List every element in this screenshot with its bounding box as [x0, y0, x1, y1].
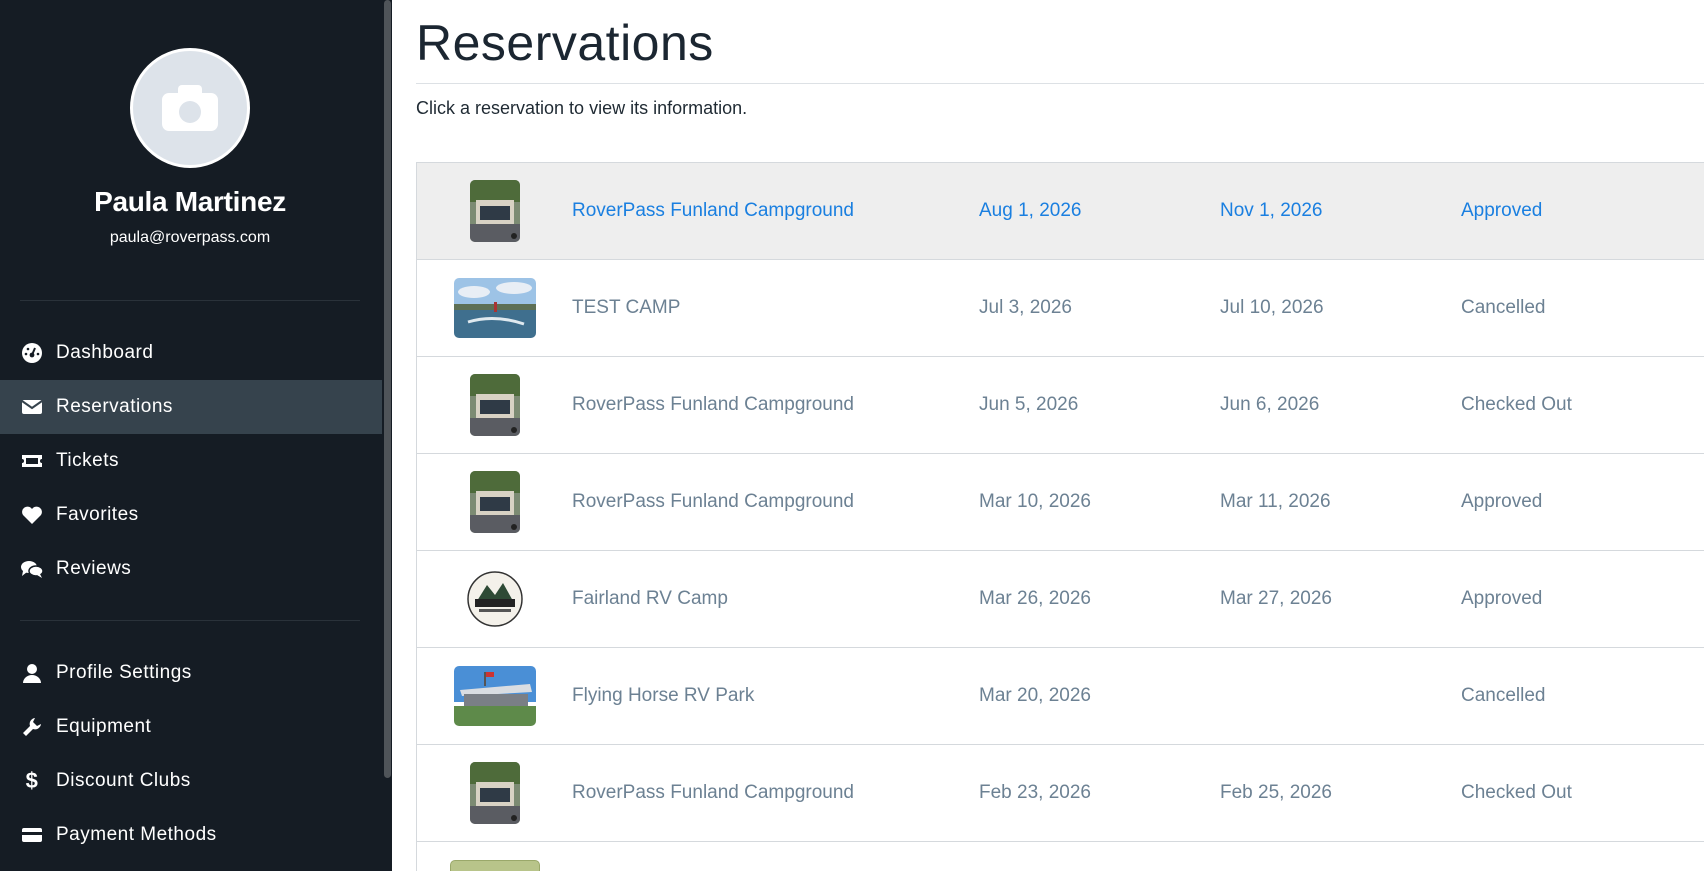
avatar[interactable] [130, 48, 250, 168]
reservation-row[interactable]: RoverPass Funland Campground Jun 5, 2026… [417, 357, 1704, 454]
reservation-status: Checked Out [1461, 394, 1572, 415]
ticket-icon [20, 449, 44, 473]
sidebar-item-discount-clubs[interactable]: $ Discount Clubs [0, 754, 382, 808]
reservation-end-date: Mar 27, 2026 [1220, 588, 1332, 609]
reservation-end-date: Jun 6, 2026 [1220, 394, 1320, 415]
user-email: paula@roverpass.com [109, 229, 271, 246]
reservation-start-date: Mar 10, 2026 [979, 491, 1091, 512]
reservation-status: Approved [1461, 200, 1543, 221]
lake-thumbnail [453, 278, 536, 338]
reservation-name: Flying Horse RV Park [572, 685, 755, 706]
reservation-name: RoverPass Funland Campground [572, 394, 854, 415]
heart-icon [20, 503, 44, 527]
reservation-start-date: Feb 23, 2026 [979, 782, 1091, 803]
reservation-start-date: Jun 5, 2026 [979, 394, 1079, 415]
reservation-end-date: Nov 1, 2026 [1220, 200, 1323, 221]
reservation-end-date: Jul 10, 2026 [1220, 297, 1324, 318]
reservation-status: Checked Out [1461, 782, 1572, 803]
reservation-end-date: Feb 25, 2026 [1220, 782, 1332, 803]
sidebar-item-label: Payment Methods [56, 824, 217, 845]
funland-thumbnail [469, 471, 520, 533]
sidebar-item-payment-methods[interactable]: Payment Methods [0, 808, 382, 862]
reservation-row[interactable]: RoverPass Funland Campground Feb 23, 202… [417, 745, 1704, 842]
reservation-row[interactable] [417, 842, 1704, 871]
sidebar-item-label: Favorites [56, 504, 139, 525]
sidebar-item-reviews[interactable]: Reviews [0, 542, 382, 596]
sidebar-item-label: Discount Clubs [56, 770, 191, 791]
reservation-start-date: Jul 3, 2026 [979, 297, 1072, 318]
title-divider [416, 83, 1704, 84]
reservation-start-date: Aug 1, 2026 [979, 200, 1082, 221]
sidebar-item-label: Reservations [56, 396, 173, 417]
sidebar-item-equipment[interactable]: Equipment [0, 700, 382, 754]
credit-card-icon [20, 823, 44, 847]
reservation-start-date: Mar 20, 2026 [979, 685, 1091, 706]
reservation-status: Approved [1461, 588, 1543, 609]
sidebar-divider [20, 620, 360, 621]
funland-thumbnail [469, 374, 520, 436]
reservation-image-cell [417, 745, 572, 841]
pavilion-thumbnail [453, 666, 536, 726]
dashboard-icon [20, 341, 44, 365]
reservation-name: RoverPass Funland Campground [572, 200, 854, 221]
sidebar-item-dashboard[interactable]: Dashboard [0, 326, 382, 380]
reservation-image-cell [417, 551, 572, 647]
sidebar-item-tickets[interactable]: Tickets [0, 434, 382, 488]
sidebar-item-label: Tickets [56, 450, 119, 471]
camera-icon [162, 85, 218, 131]
user-icon [20, 661, 44, 685]
reservation-thumbnail [450, 860, 540, 871]
page-title: Reservations [416, 15, 714, 71]
wrench-icon [20, 715, 44, 739]
sidebar-item-profile-settings[interactable]: Profile Settings [0, 646, 382, 700]
envelope-icon [20, 395, 44, 419]
sidebar-item-label: Reviews [56, 558, 132, 579]
sidebar-scrollbar[interactable] [382, 0, 392, 871]
fairland-logo [466, 571, 523, 627]
reservation-name: RoverPass Funland Campground [572, 782, 854, 803]
reservation-image-cell [417, 648, 572, 744]
sidebar-item-reservations[interactable]: Reservations [0, 380, 382, 434]
sidebar-item-favorites[interactable]: Favorites [0, 488, 382, 542]
reservation-image-cell [417, 357, 572, 453]
reservation-image-cell [417, 163, 572, 259]
reservation-image-cell [417, 454, 572, 550]
sidebar-item-label: Equipment [56, 716, 152, 737]
page-subtitle: Click a reservation to view its informat… [416, 98, 748, 118]
reservation-name: TEST CAMP [572, 297, 681, 318]
scrollbar-thumb[interactable] [384, 0, 391, 778]
reservation-end-date: Mar 11, 2026 [1220, 491, 1331, 512]
reservation-start-date: Mar 26, 2026 [979, 588, 1091, 609]
sidebar-item-label: Profile Settings [56, 662, 192, 683]
sidebar-item-label: Dashboard [56, 342, 154, 363]
funland-thumbnail [469, 762, 520, 824]
reservation-row[interactable]: RoverPass Funland Campground Mar 10, 202… [417, 454, 1704, 551]
reservation-name: Fairland RV Camp [572, 588, 728, 609]
sidebar-divider [20, 300, 360, 301]
reservation-row[interactable]: Flying Horse RV Park Mar 20, 2026 Cancel… [417, 648, 1704, 745]
funland-thumbnail [469, 180, 520, 242]
reservation-name: RoverPass Funland Campground [572, 491, 854, 512]
main-content: Reservations Click a reservation to view… [416, 0, 1704, 871]
reservations-table: RoverPass Funland Campground Aug 1, 2026… [416, 162, 1704, 871]
dollar-icon: $ [25, 768, 39, 793]
reservation-row[interactable]: TEST CAMP Jul 3, 2026 Jul 10, 2026 Cance… [417, 260, 1704, 357]
reservation-status: Cancelled [1461, 685, 1546, 706]
reservation-image-cell [417, 260, 572, 356]
reservation-row[interactable]: RoverPass Funland Campground Aug 1, 2026… [417, 163, 1704, 260]
user-name: Paula Martinez [94, 186, 286, 217]
reservation-row[interactable]: Fairland RV Camp Mar 26, 2026 Mar 27, 20… [417, 551, 1704, 648]
reservation-status: Cancelled [1461, 297, 1546, 318]
reservation-status: Approved [1461, 491, 1543, 512]
comments-icon [20, 557, 44, 581]
sidebar: Paula Martinez paula@roverpass.com Dashb… [0, 0, 392, 871]
